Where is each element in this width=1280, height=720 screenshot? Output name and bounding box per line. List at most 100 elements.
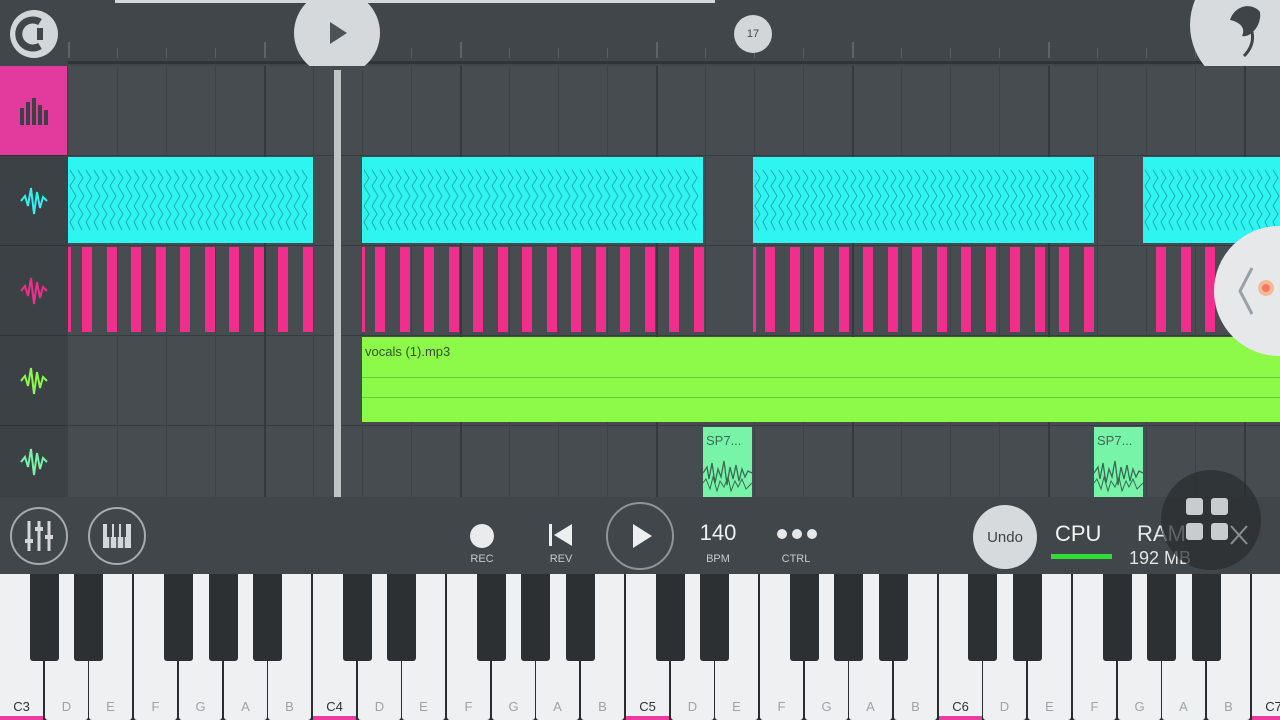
key-label: E xyxy=(1045,699,1054,714)
pattern-block[interactable] xyxy=(863,247,873,332)
pattern-block[interactable] xyxy=(1181,247,1191,332)
pattern-block[interactable] xyxy=(205,247,215,332)
pattern-block[interactable] xyxy=(68,247,71,332)
piano-key-black[interactable] xyxy=(343,574,372,661)
pattern-block[interactable] xyxy=(473,247,483,332)
pattern-block[interactable] xyxy=(449,247,459,332)
pattern-block[interactable] xyxy=(1156,247,1166,332)
pattern-block[interactable] xyxy=(82,247,92,332)
pattern-block[interactable] xyxy=(1059,247,1069,332)
pattern-block[interactable] xyxy=(303,247,313,332)
pattern-block[interactable] xyxy=(107,247,117,332)
piano-key-black[interactable] xyxy=(1013,574,1042,661)
piano-keyboard[interactable]: C3 D E F G A B C4 D E F G A B C5 D E F G A B C6 D E F G A B C7 xyxy=(0,574,1280,720)
pattern-block[interactable] xyxy=(571,247,581,332)
pattern-clip[interactable] xyxy=(753,157,1094,243)
side-panel-toggle[interactable] xyxy=(1214,226,1280,356)
pattern-block[interactable] xyxy=(131,247,141,332)
pattern-block[interactable] xyxy=(937,247,947,332)
piano-key-black[interactable] xyxy=(164,574,193,661)
piano-key-black[interactable] xyxy=(521,574,550,661)
pattern-block[interactable] xyxy=(961,247,971,332)
piano-roll-button[interactable] xyxy=(88,507,146,565)
pattern-block[interactable] xyxy=(424,247,434,332)
octave-marker xyxy=(939,716,982,720)
pattern-clip[interactable] xyxy=(68,157,313,243)
piano-key-black[interactable] xyxy=(1147,574,1176,661)
pattern-block[interactable] xyxy=(912,247,922,332)
track-header-3[interactable] xyxy=(0,336,67,426)
pattern-block[interactable] xyxy=(362,247,365,332)
piano-key-black[interactable] xyxy=(1192,574,1221,661)
piano-key-black[interactable] xyxy=(74,574,103,661)
pattern-block[interactable] xyxy=(620,247,630,332)
pattern-block[interactable] xyxy=(375,247,385,332)
pattern-clip[interactable] xyxy=(362,157,703,243)
reverse-button[interactable] xyxy=(546,522,576,548)
piano-key-black[interactable] xyxy=(253,574,282,661)
pattern-block[interactable] xyxy=(986,247,996,332)
app-logo-button[interactable] xyxy=(10,10,58,58)
track-lane-0[interactable] xyxy=(68,66,1280,156)
playhead[interactable] xyxy=(334,70,341,497)
pattern-block[interactable] xyxy=(596,247,606,332)
piano-key-black[interactable] xyxy=(834,574,863,661)
grid-line xyxy=(509,66,510,497)
piano-key-black[interactable] xyxy=(477,574,506,661)
pattern-block[interactable] xyxy=(400,247,410,332)
pattern-block[interactable] xyxy=(694,247,704,332)
pattern-block[interactable] xyxy=(522,247,532,332)
pattern-block[interactable] xyxy=(790,247,800,332)
ctrl-button[interactable] xyxy=(776,526,818,542)
mixer-button[interactable] xyxy=(10,507,68,565)
overlay-menu-button[interactable] xyxy=(1161,470,1261,570)
bpm-value[interactable]: 140 xyxy=(688,520,748,546)
sample-clip[interactable]: SP7... xyxy=(1094,427,1143,497)
pattern-block[interactable] xyxy=(1084,247,1094,332)
piano-key-black[interactable] xyxy=(790,574,819,661)
piano-key-black[interactable] xyxy=(656,574,685,661)
record-button[interactable] xyxy=(470,524,494,548)
ruler-tick xyxy=(558,48,559,58)
mixer-track-button[interactable] xyxy=(0,66,67,156)
pattern-block[interactable] xyxy=(1035,247,1045,332)
pattern-block[interactable] xyxy=(498,247,508,332)
pattern-block[interactable] xyxy=(254,247,264,332)
sample-clip[interactable]: SP7... xyxy=(703,427,752,497)
song-play-button[interactable] xyxy=(294,0,380,76)
track-header-1[interactable] xyxy=(0,156,67,246)
pattern-block[interactable] xyxy=(753,247,756,332)
piano-key-black[interactable] xyxy=(209,574,238,661)
key-label: A xyxy=(241,699,250,714)
piano-key-black[interactable] xyxy=(566,574,595,661)
pattern-block[interactable] xyxy=(229,247,239,332)
undo-button[interactable]: Undo xyxy=(973,505,1037,569)
timeline-ruler[interactable]: 17 xyxy=(0,0,1280,90)
pattern-block[interactable] xyxy=(156,247,166,332)
piano-key-black[interactable] xyxy=(30,574,59,661)
ruler-tick xyxy=(68,42,70,58)
play-button[interactable] xyxy=(606,502,674,570)
pattern-block[interactable] xyxy=(669,247,679,332)
pattern-block[interactable] xyxy=(645,247,655,332)
horizontal-scrollbar[interactable] xyxy=(115,0,715,3)
piano-key-black[interactable] xyxy=(1103,574,1132,661)
bar-marker[interactable]: 17 xyxy=(734,15,772,53)
vocals-audio-clip[interactable]: vocals (1).mp3 xyxy=(362,337,1280,422)
pattern-block[interactable] xyxy=(547,247,557,332)
track-header-4[interactable] xyxy=(0,426,67,498)
pattern-block[interactable] xyxy=(765,247,775,332)
track-header-2[interactable] xyxy=(0,246,67,336)
pattern-block[interactable] xyxy=(1010,247,1020,332)
pattern-block[interactable] xyxy=(839,247,849,332)
pattern-block[interactable] xyxy=(814,247,824,332)
pattern-block[interactable] xyxy=(180,247,190,332)
grid-line xyxy=(411,66,412,497)
piano-key-black[interactable] xyxy=(700,574,729,661)
piano-key-white[interactable]: C7 xyxy=(1252,574,1280,720)
piano-key-black[interactable] xyxy=(879,574,908,661)
piano-key-black[interactable] xyxy=(968,574,997,661)
pattern-block[interactable] xyxy=(278,247,288,332)
pattern-block[interactable] xyxy=(888,247,898,332)
piano-key-black[interactable] xyxy=(387,574,416,661)
